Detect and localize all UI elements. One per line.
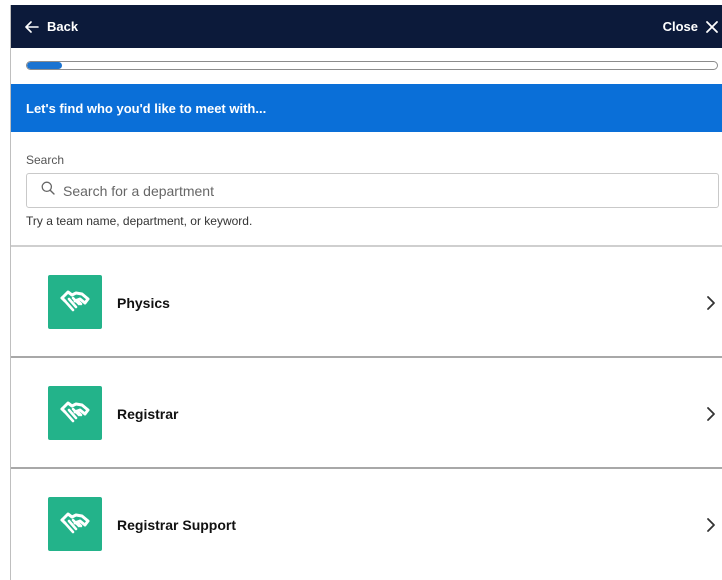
chevron-right-icon — [706, 469, 716, 580]
search-label: Search — [26, 153, 65, 167]
list-item[interactable]: Registrar Support — [11, 467, 722, 578]
chevron-right-icon — [706, 247, 716, 358]
back-button[interactable]: Back — [25, 5, 78, 48]
back-label: Back — [47, 19, 79, 34]
search-input[interactable] — [63, 182, 703, 199]
banner-text: Let's find who you'd like to meet with..… — [26, 100, 267, 116]
top-bar: Back Close — [11, 5, 722, 48]
department-name: Registrar Support — [117, 516, 237, 533]
search-icon — [41, 181, 55, 200]
arrow-left-icon — [25, 20, 39, 33]
progress-fill — [27, 62, 62, 69]
department-list: Physics Registrar Registrar Support — [11, 245, 722, 578]
close-label: Close — [662, 19, 698, 34]
prompt-banner: Let's find who you'd like to meet with..… — [11, 84, 722, 132]
close-button[interactable]: Close — [663, 5, 719, 48]
scheduler-panel: Back Close Let's find who you'd like to … — [10, 5, 722, 580]
chevron-right-icon — [706, 358, 716, 469]
progress-bar — [26, 61, 718, 70]
department-name: Physics — [117, 294, 170, 311]
list-item[interactable]: Physics — [11, 245, 722, 356]
search-hint: Try a team name, department, or keyword. — [26, 214, 253, 228]
handshake-icon — [48, 275, 102, 329]
handshake-icon — [48, 386, 102, 440]
department-name: Registrar — [117, 405, 179, 422]
close-icon — [705, 20, 719, 34]
handshake-icon — [48, 497, 102, 551]
search-field[interactable] — [26, 173, 719, 208]
list-item[interactable]: Registrar — [11, 356, 722, 467]
